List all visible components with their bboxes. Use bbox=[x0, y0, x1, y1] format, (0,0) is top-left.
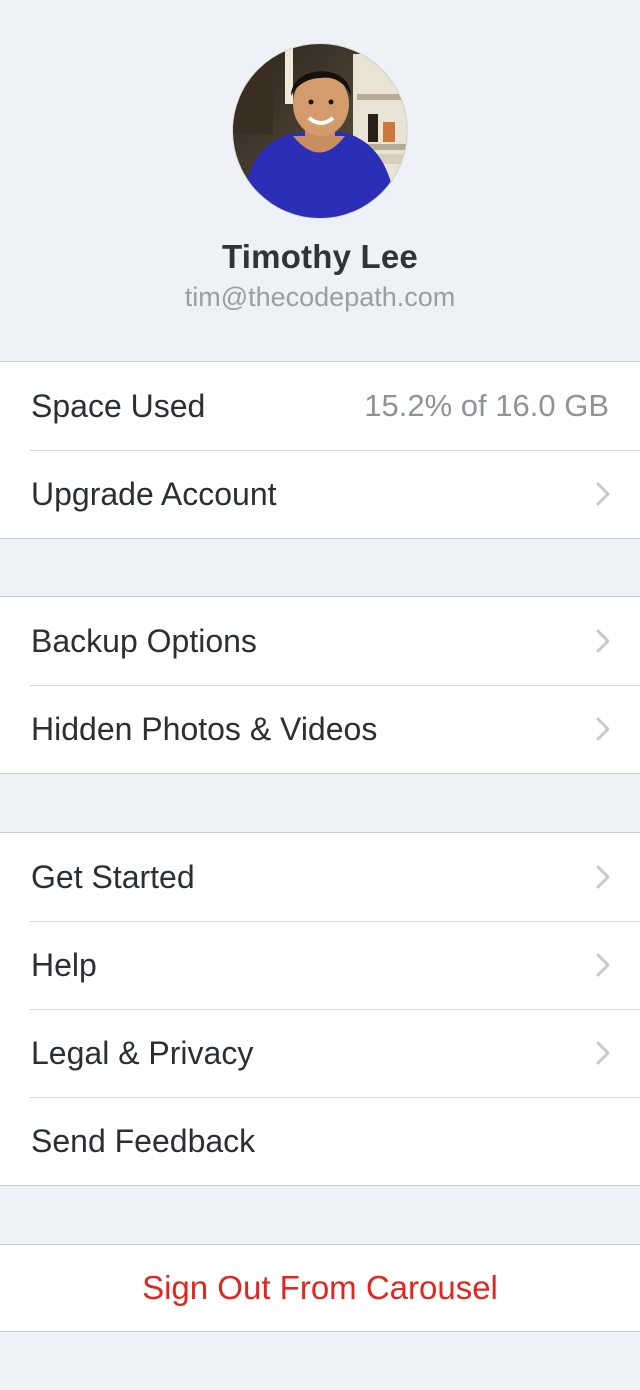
legal-privacy-label: Legal & Privacy bbox=[31, 1035, 254, 1071]
avatar-photo bbox=[233, 44, 407, 218]
upgrade-account-row[interactable]: Upgrade Account bbox=[0, 450, 640, 538]
hidden-photos-row[interactable]: Hidden Photos & Videos bbox=[0, 685, 640, 773]
get-started-row[interactable]: Get Started bbox=[0, 833, 640, 921]
chevron-right-icon bbox=[596, 865, 610, 889]
space-used-value: 15.2% of 16.0 GB bbox=[364, 388, 609, 423]
space-used-row: Space Used 15.2% of 16.0 GB bbox=[0, 362, 640, 450]
chevron-right-icon bbox=[596, 629, 610, 653]
help-row[interactable]: Help bbox=[0, 921, 640, 1009]
hidden-photos-label: Hidden Photos & Videos bbox=[31, 711, 378, 747]
sign-out-button[interactable]: Sign Out From Carousel bbox=[0, 1244, 640, 1332]
backup-options-label: Backup Options bbox=[31, 623, 257, 659]
profile-name: Timothy Lee bbox=[222, 238, 418, 275]
chevron-right-icon bbox=[596, 953, 610, 977]
space-used-label: Space Used bbox=[31, 388, 206, 424]
chevron-right-icon bbox=[596, 1041, 610, 1065]
account-group: Space Used 15.2% of 16.0 GB Upgrade Acco… bbox=[0, 361, 640, 539]
chevron-right-icon bbox=[596, 717, 610, 741]
avatar[interactable] bbox=[233, 44, 407, 218]
profile-header: Timothy Lee tim@thecodepath.com bbox=[0, 0, 640, 361]
backup-options-row[interactable]: Backup Options bbox=[0, 597, 640, 685]
help-label: Help bbox=[31, 947, 97, 983]
legal-privacy-row[interactable]: Legal & Privacy bbox=[0, 1009, 640, 1097]
profile-email: tim@thecodepath.com bbox=[184, 282, 456, 312]
chevron-right-icon bbox=[596, 482, 610, 506]
get-started-label: Get Started bbox=[31, 859, 195, 895]
send-feedback-row[interactable]: Send Feedback bbox=[0, 1097, 640, 1185]
send-feedback-label: Send Feedback bbox=[31, 1123, 256, 1159]
support-group: Get Started Help Legal & Privacy Send Fe… bbox=[0, 832, 640, 1186]
upgrade-account-label: Upgrade Account bbox=[31, 476, 277, 512]
photos-group: Backup Options Hidden Photos & Videos bbox=[0, 596, 640, 774]
